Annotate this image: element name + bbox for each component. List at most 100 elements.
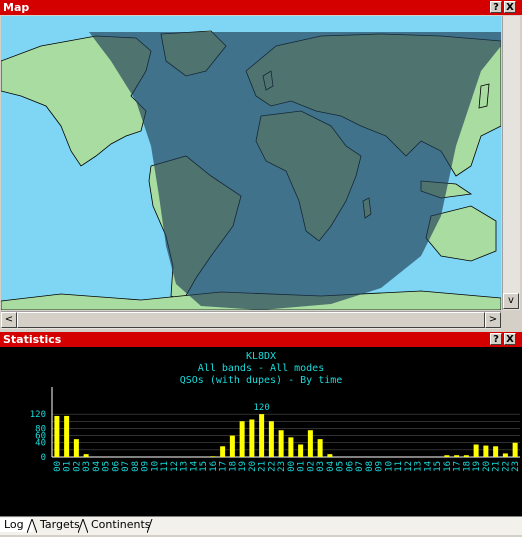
statistics-window: Statistics ? X KL8DX All bands - All mod… bbox=[0, 332, 522, 534]
x-tick-label: 13 bbox=[414, 461, 424, 472]
scroll-left-button[interactable]: < bbox=[1, 312, 17, 328]
bar bbox=[493, 446, 499, 457]
x-tick-label: 10 bbox=[384, 461, 394, 472]
bar bbox=[64, 415, 70, 457]
stats-station: KL8DX bbox=[245, 351, 277, 362]
bar bbox=[454, 455, 460, 457]
bar bbox=[259, 414, 265, 457]
x-tick-label: 02 bbox=[306, 461, 316, 472]
x-tick-label: 18 bbox=[462, 461, 472, 472]
map-window: Map ? X v < > bbox=[0, 0, 522, 332]
x-tick-label: 02 bbox=[72, 461, 82, 472]
x-tick-label: 15 bbox=[433, 461, 443, 472]
bar bbox=[54, 415, 60, 457]
x-tick-label: 16 bbox=[443, 461, 453, 472]
peak-label: 120 bbox=[253, 403, 269, 413]
x-tick-label: 12 bbox=[404, 461, 414, 472]
world-map[interactable] bbox=[1, 16, 501, 310]
x-tick-label: 14 bbox=[189, 461, 199, 472]
bar bbox=[210, 456, 216, 457]
scroll-right-button[interactable]: > bbox=[485, 312, 501, 328]
help-button[interactable]: ? bbox=[490, 1, 502, 13]
x-tick-label: 08 bbox=[131, 461, 141, 472]
bar bbox=[307, 430, 313, 457]
bar bbox=[502, 453, 508, 457]
bar bbox=[444, 455, 450, 457]
x-tick-label: 07 bbox=[355, 461, 365, 472]
x-tick-label: 18 bbox=[228, 461, 238, 472]
x-tick-label: 21 bbox=[492, 461, 502, 472]
tab-continents[interactable]: Continents bbox=[87, 518, 155, 532]
bar bbox=[317, 439, 323, 457]
bar bbox=[249, 419, 255, 457]
bottom-tabs: Log Targets Continents bbox=[0, 516, 522, 535]
world-map-svg bbox=[1, 30, 501, 310]
x-tick-label: 04 bbox=[326, 461, 336, 472]
x-tick-label: 10 bbox=[150, 461, 160, 472]
bar bbox=[298, 444, 304, 457]
scroll-thumb[interactable] bbox=[17, 312, 485, 328]
stats-bands-modes: All bands - All modes bbox=[197, 363, 325, 374]
map-vertical-scrollbar[interactable]: v bbox=[502, 16, 520, 310]
x-tick-label: 04 bbox=[92, 461, 102, 472]
x-tick-label: 17 bbox=[219, 461, 229, 472]
x-tick-label: 16 bbox=[209, 461, 219, 472]
x-tick-label: 21 bbox=[258, 461, 268, 472]
x-tick-label: 19 bbox=[238, 461, 248, 472]
help-button[interactable]: ? bbox=[490, 333, 502, 345]
stats-mode-line: QSOs (with dupes) - By time bbox=[179, 375, 343, 386]
x-tick-label: 11 bbox=[394, 461, 404, 472]
bar bbox=[229, 435, 235, 457]
x-tick-label: 15 bbox=[199, 461, 209, 472]
x-tick-label: 06 bbox=[111, 461, 121, 472]
x-tick-label: 13 bbox=[180, 461, 190, 472]
bar bbox=[463, 455, 469, 457]
map-title-bar[interactable]: Map ? X bbox=[0, 0, 522, 15]
bar bbox=[83, 454, 89, 457]
x-tick-label: 00 bbox=[53, 461, 63, 472]
y-tick-label: 80 bbox=[35, 424, 46, 434]
x-tick-label: 05 bbox=[102, 461, 112, 472]
map-horizontal-scrollbar[interactable]: < > bbox=[1, 311, 501, 329]
bar bbox=[278, 430, 284, 457]
x-tick-label: 23 bbox=[277, 461, 287, 472]
x-tick-label: 17 bbox=[453, 461, 463, 472]
x-tick-label: 01 bbox=[63, 461, 73, 472]
x-tick-label: 20 bbox=[248, 461, 258, 472]
stats-chart-area: KL8DX All bands - All modes QSOs (with d… bbox=[0, 347, 522, 517]
tab-separator bbox=[146, 518, 157, 534]
x-tick-label: 01 bbox=[297, 461, 307, 472]
bar bbox=[239, 421, 245, 457]
x-tick-label: 12 bbox=[170, 461, 180, 472]
x-tick-label: 11 bbox=[160, 461, 170, 472]
map-title: Map bbox=[3, 1, 30, 14]
x-tick-label: 23 bbox=[511, 461, 521, 472]
x-tick-label: 00 bbox=[287, 461, 297, 472]
x-tick-label: 09 bbox=[141, 461, 151, 472]
stats-title-bar[interactable]: Statistics ? X bbox=[0, 332, 522, 347]
x-tick-label: 06 bbox=[345, 461, 355, 472]
x-tick-label: 05 bbox=[336, 461, 346, 472]
bar bbox=[220, 446, 226, 457]
bar bbox=[288, 437, 294, 457]
scroll-down-button[interactable]: v bbox=[503, 293, 519, 309]
y-tick-label: 0 bbox=[41, 453, 46, 463]
x-tick-label: 09 bbox=[375, 461, 385, 472]
x-tick-label: 22 bbox=[267, 461, 277, 472]
x-tick-label: 08 bbox=[365, 461, 375, 472]
qso-bar-chart: 040608012000 01 02 03 04 05 06 07 08 09 10 11 12 13 14… bbox=[30, 387, 521, 472]
x-tick-label: 19 bbox=[472, 461, 482, 472]
close-button[interactable]: X bbox=[504, 333, 516, 345]
x-tick-label: 14 bbox=[423, 461, 433, 472]
bar bbox=[73, 439, 79, 457]
x-tick-label: 22 bbox=[501, 461, 511, 472]
bar bbox=[512, 442, 518, 457]
bar bbox=[268, 421, 274, 457]
close-button[interactable]: X bbox=[504, 1, 516, 13]
x-tick-label: 03 bbox=[82, 461, 92, 472]
bar bbox=[327, 454, 333, 457]
bar bbox=[473, 444, 479, 457]
stats-title: Statistics bbox=[3, 333, 62, 346]
x-tick-label: 03 bbox=[316, 461, 326, 472]
x-tick-label: 07 bbox=[121, 461, 131, 472]
